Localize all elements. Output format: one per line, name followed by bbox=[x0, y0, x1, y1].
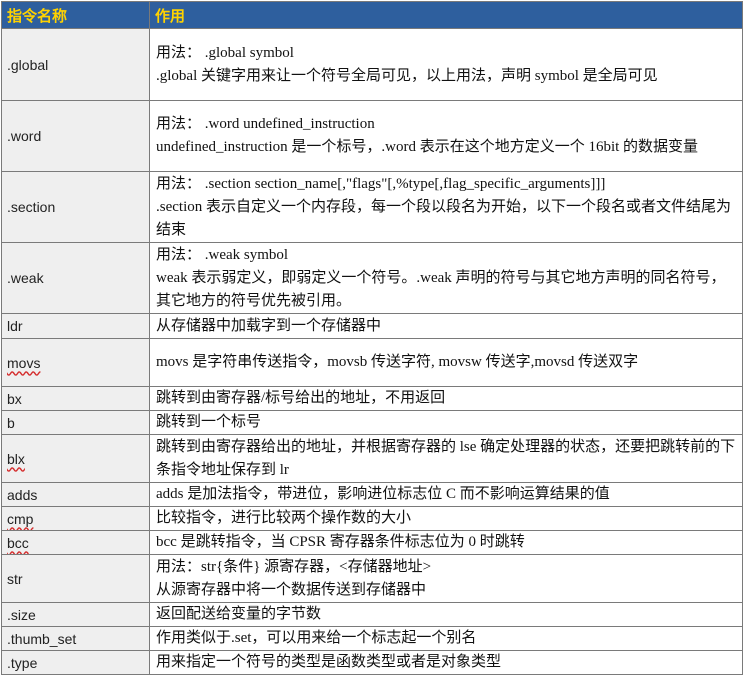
row-description: 跳转到由寄存器/标号给出的地址，不用返回 bbox=[149, 386, 743, 411]
row-instruction: ldr bbox=[1, 313, 150, 339]
row-description: 返回配送给变量的字节数 bbox=[149, 602, 743, 627]
description-line: 用来指定一个符号的类型是函数类型或者是对象类型 bbox=[156, 654, 502, 670]
row-instruction: bx bbox=[1, 386, 150, 411]
table-row: blx 跳转到由寄存器给出的地址，并根据寄存器的 lse 确定处理器的状态，还要… bbox=[1, 434, 743, 483]
row-description: 用法： .section section_name[,"flags"[,%typ… bbox=[149, 171, 743, 243]
row-description: 用来指定一个符号的类型是函数类型或者是对象类型 bbox=[149, 650, 743, 675]
row-description: 跳转到一个标号 bbox=[149, 410, 743, 435]
row-description: 作用类似于.set，可以用来给一个标志起一个别名 bbox=[149, 626, 743, 651]
row-description: bcc 是跳转指令，当 CPSR 寄存器条件标志位为 0 时跳转 bbox=[149, 530, 743, 555]
description-line: 用法： .weak symbol bbox=[156, 246, 289, 263]
instruction-text: cmp bbox=[7, 510, 34, 527]
table-row: .type 用来指定一个符号的类型是函数类型或者是对象类型 bbox=[1, 650, 743, 675]
row-description: 从存储器中加载字到一个存储器中 bbox=[149, 313, 743, 339]
description-line: 用法： .word undefined_instruction bbox=[156, 116, 375, 132]
table-row: movs movs 是字符串传送指令，movsb 传送字符, movsw 传送字… bbox=[1, 338, 743, 387]
description-line: 用法： .global symbol bbox=[156, 44, 294, 61]
row-instruction: adds bbox=[1, 482, 150, 507]
table-row: bx 跳转到由寄存器/标号给出的地址，不用返回 bbox=[1, 386, 743, 411]
row-description: 跳转到由寄存器给出的地址，并根据寄存器的 lse 确定处理器的状态，还要把跳转前… bbox=[149, 434, 743, 483]
table-row: .global 用法： .global symbol .global 关键字用来… bbox=[1, 28, 743, 101]
instruction-text: bcc bbox=[7, 534, 29, 551]
description-line: bcc 是跳转指令，当 CPSR 寄存器条件标志位为 0 时跳转 bbox=[156, 534, 525, 550]
description-line: 跳转到由寄存器给出的地址，并根据寄存器的 lse 确定处理器的状态，还要把跳转前… bbox=[156, 438, 736, 478]
description-line: adds 是加法指令，带进位，影响进位标志位 C 而不影响运算结果的值 bbox=[156, 486, 610, 502]
row-instruction: .thumb_set bbox=[1, 626, 150, 651]
description-line: 返回配送给变量的字节数 bbox=[156, 606, 322, 622]
row-instruction: movs bbox=[1, 338, 150, 387]
description-line: 作用类似于.set，可以用来给一个标志起一个别名 bbox=[156, 630, 477, 646]
row-description: 用法： .global symbol .global 关键字用来让一个符号全局可… bbox=[149, 28, 743, 101]
table-row: .weak 用法： .weak symbol weak 表示弱定义，即弱定义一个… bbox=[1, 242, 743, 314]
table-row: adds adds 是加法指令，带进位，影响进位标志位 C 而不影响运算结果的值 bbox=[1, 482, 743, 507]
row-description: 用法： .weak symbol weak 表示弱定义，即弱定义一个符号。.we… bbox=[149, 242, 743, 314]
row-instruction: str bbox=[1, 554, 150, 603]
table-row: .thumb_set 作用类似于.set，可以用来给一个标志起一个别名 bbox=[1, 626, 743, 651]
table-row: cmp 比较指令，进行比较两个操作数的大小 bbox=[1, 506, 743, 531]
row-instruction: .weak bbox=[1, 242, 150, 314]
row-instruction: .global bbox=[1, 28, 150, 101]
row-instruction: cmp bbox=[1, 506, 150, 531]
table-row: .word 用法： .word undefined_instruction un… bbox=[1, 100, 743, 172]
instruction-table: 指令名称 作用 .global 用法： .global symbol .glob… bbox=[1, 1, 743, 675]
description-line: weak 表示弱定义，即弱定义一个符号。.weak 声明的符号与其它地方声明的同… bbox=[156, 269, 726, 309]
table-row: str 用法：str{条件} 源寄存器，<存储器地址> 从源寄存器中将一个数据传… bbox=[1, 554, 743, 603]
description-line: 比较指令，进行比较两个操作数的大小 bbox=[156, 510, 412, 526]
header-purpose: 作用 bbox=[149, 1, 743, 29]
row-instruction: blx bbox=[1, 434, 150, 483]
row-instruction: bcc bbox=[1, 530, 150, 555]
table-row: ldr 从存储器中加载字到一个存储器中 bbox=[1, 313, 743, 339]
row-description: 用法： .word undefined_instruction undefine… bbox=[149, 100, 743, 172]
description-line: 用法：str{条件} 源寄存器，<存储器地址> bbox=[156, 558, 432, 575]
description-line: undefined_instruction 是一个标号，.word 表示在这个地… bbox=[156, 139, 699, 155]
description-line: 跳转到一个标号 bbox=[156, 414, 262, 430]
table-row: bcc bcc 是跳转指令，当 CPSR 寄存器条件标志位为 0 时跳转 bbox=[1, 530, 743, 555]
instruction-text: blx bbox=[7, 450, 25, 467]
row-instruction: .section bbox=[1, 171, 150, 243]
table-row: .section 用法： .section section_name[,"fla… bbox=[1, 171, 743, 243]
table-row: b 跳转到一个标号 bbox=[1, 410, 743, 435]
row-instruction: b bbox=[1, 410, 150, 435]
description-line: movs 是字符串传送指令，movsb 传送字符, movsw 传送字,movs… bbox=[156, 354, 639, 370]
description-line: .global 关键字用来让一个符号全局可见，以上用法，声明 symbol 是全… bbox=[156, 67, 658, 84]
instruction-text: movs bbox=[7, 354, 41, 371]
header-instruction-name: 指令名称 bbox=[1, 1, 150, 29]
row-instruction: .type bbox=[1, 650, 150, 675]
description-line: 从存储器中加载字到一个存储器中 bbox=[156, 317, 382, 334]
description-line: 用法： .section section_name[,"flags"[,%typ… bbox=[156, 175, 606, 192]
row-description: 用法：str{条件} 源寄存器，<存储器地址> 从源寄存器中将一个数据传送到存储… bbox=[149, 554, 743, 603]
description-line: .section 表示自定义一个内存段，每一个段以段名为开始，以下一个段名或者文… bbox=[156, 198, 731, 238]
description-line: 从源寄存器中将一个数据传送到存储器中 bbox=[156, 581, 427, 598]
row-instruction: .word bbox=[1, 100, 150, 172]
row-description: adds 是加法指令，带进位，影响进位标志位 C 而不影响运算结果的值 bbox=[149, 482, 743, 507]
row-instruction: .size bbox=[1, 602, 150, 627]
description-line: 跳转到由寄存器/标号给出的地址，不用返回 bbox=[156, 390, 446, 406]
table-header-row: 指令名称 作用 bbox=[1, 1, 743, 29]
table-row: .size 返回配送给变量的字节数 bbox=[1, 602, 743, 627]
row-description: 比较指令，进行比较两个操作数的大小 bbox=[149, 506, 743, 531]
row-description: movs 是字符串传送指令，movsb 传送字符, movsw 传送字,movs… bbox=[149, 338, 743, 387]
